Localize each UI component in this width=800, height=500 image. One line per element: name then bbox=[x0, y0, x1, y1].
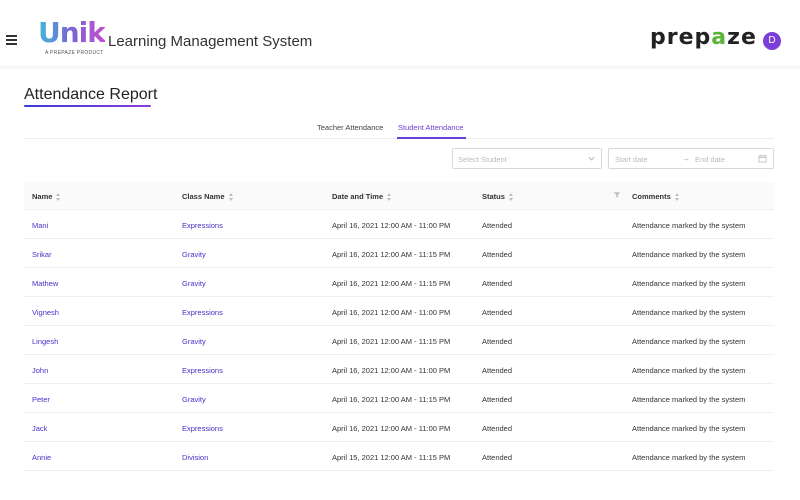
date-time-cell: April 15, 2021 12:00 AM - 11:15 PM bbox=[332, 453, 451, 462]
status-cell: Attended bbox=[482, 279, 513, 288]
class-name-link[interactable]: Division bbox=[182, 453, 208, 462]
table-header: Name Class Name Date and Time Status Com… bbox=[24, 182, 774, 210]
user-avatar[interactable]: D bbox=[763, 32, 781, 50]
table-row: Mani Expressions April 16, 2021 12:00 AM… bbox=[24, 210, 774, 239]
column-header-comments[interactable]: Comments bbox=[632, 192, 680, 202]
class-name-link[interactable]: Expressions bbox=[182, 424, 223, 433]
unik-logo[interactable]: Unik bbox=[38, 18, 106, 48]
comment-cell: Attendance marked by the system bbox=[632, 279, 746, 288]
chevron-down-icon bbox=[588, 156, 595, 161]
status-cell: Attended bbox=[482, 250, 513, 259]
class-name-link[interactable]: Expressions bbox=[182, 366, 223, 375]
table-row: Lingesh Gravity April 16, 2021 12:00 AM … bbox=[24, 326, 774, 355]
table-row: Annie Division April 15, 2021 12:00 AM -… bbox=[24, 442, 774, 471]
comment-cell: Attendance marked by the system bbox=[632, 366, 746, 375]
comment-cell: Attendance marked by the system bbox=[632, 221, 746, 230]
status-cell: Attended bbox=[482, 395, 513, 404]
student-name-link[interactable]: Vignesh bbox=[32, 308, 59, 317]
table-row: Peter Gravity April 16, 2021 12:00 AM - … bbox=[24, 384, 774, 413]
tab-teacher-attendance[interactable]: Teacher Attendance bbox=[317, 123, 383, 132]
app-title: Learning Management System bbox=[108, 33, 313, 50]
comment-cell: Attendance marked by the system bbox=[632, 424, 746, 433]
attendance-tabs: Teacher Attendance Student Attendance bbox=[24, 120, 774, 139]
student-name-link[interactable]: Lingesh bbox=[32, 337, 58, 346]
date-time-cell: April 16, 2021 12:00 AM - 11:00 PM bbox=[332, 308, 451, 317]
comment-cell: Attendance marked by the system bbox=[632, 395, 746, 404]
select-student-dropdown[interactable]: Select Student bbox=[452, 148, 602, 169]
calendar-icon bbox=[758, 154, 767, 163]
table-row: John Expressions April 16, 2021 12:00 AM… bbox=[24, 355, 774, 384]
logo-subtitle: A PREPAZE PRODUCT bbox=[45, 50, 104, 56]
date-range-picker[interactable]: Start date → End date bbox=[608, 148, 774, 169]
date-time-cell: April 16, 2021 12:00 AM - 11:00 PM bbox=[332, 221, 451, 230]
table-row: Jack Expressions April 16, 2021 12:00 AM… bbox=[24, 413, 774, 442]
class-name-link[interactable]: Gravity bbox=[182, 279, 206, 288]
tab-student-attendance[interactable]: Student Attendance bbox=[398, 123, 463, 132]
comment-cell: Attendance marked by the system bbox=[632, 308, 746, 317]
status-cell: Attended bbox=[482, 308, 513, 317]
date-time-cell: April 16, 2021 12:00 AM - 11:15 PM bbox=[332, 250, 451, 259]
sort-icon[interactable] bbox=[508, 193, 514, 202]
comment-cell: Attendance marked by the system bbox=[632, 250, 746, 259]
title-underline bbox=[24, 105, 151, 107]
column-header-date-time[interactable]: Date and Time bbox=[332, 192, 392, 202]
student-name-link[interactable]: Peter bbox=[32, 395, 50, 404]
start-date-input[interactable]: Start date bbox=[615, 155, 648, 164]
student-name-link[interactable]: Mani bbox=[32, 221, 48, 230]
student-name-link[interactable]: Jack bbox=[32, 424, 47, 433]
status-cell: Attended bbox=[482, 453, 513, 462]
end-date-input[interactable]: End date bbox=[695, 155, 725, 164]
date-time-cell: April 16, 2021 12:00 AM - 11:15 PM bbox=[332, 279, 451, 288]
date-time-cell: April 16, 2021 12:00 AM - 11:15 PM bbox=[332, 337, 451, 346]
table-row: Vignesh Expressions April 16, 2021 12:00… bbox=[24, 297, 774, 326]
sort-icon[interactable] bbox=[56, 193, 61, 202]
page-title: Attendance Report bbox=[24, 86, 158, 103]
hamburger-menu-icon[interactable] bbox=[6, 35, 17, 45]
column-header-status[interactable]: Status bbox=[482, 192, 514, 202]
class-name-link[interactable]: Expressions bbox=[182, 221, 223, 230]
filter-icon[interactable] bbox=[613, 191, 621, 199]
class-name-link[interactable]: Gravity bbox=[182, 395, 206, 404]
table-row: Mathew Gravity April 16, 2021 12:00 AM -… bbox=[24, 268, 774, 297]
date-time-cell: April 16, 2021 12:00 AM - 11:00 PM bbox=[332, 366, 451, 375]
date-time-cell: April 16, 2021 12:00 AM - 11:00 PM bbox=[332, 424, 451, 433]
column-header-class-name[interactable]: Class Name bbox=[182, 192, 234, 202]
status-cell: Attended bbox=[482, 221, 513, 230]
table-row: Srikar Gravity April 16, 2021 12:00 AM -… bbox=[24, 239, 774, 268]
date-time-cell: April 16, 2021 12:00 AM - 11:15 PM bbox=[332, 395, 451, 404]
sort-icon[interactable] bbox=[674, 193, 680, 202]
student-name-link[interactable]: Srikar bbox=[32, 250, 52, 259]
student-name-link[interactable]: John bbox=[32, 366, 48, 375]
class-name-link[interactable]: Gravity bbox=[182, 337, 206, 346]
class-name-link[interactable]: Gravity bbox=[182, 250, 206, 259]
arrow-right-icon: → bbox=[682, 154, 690, 163]
class-name-link[interactable]: Expressions bbox=[182, 308, 223, 317]
active-tab-indicator bbox=[397, 137, 466, 139]
top-header: Unik A PREPAZE PRODUCT Learning Manageme… bbox=[0, 0, 800, 66]
comment-cell: Attendance marked by the system bbox=[632, 453, 746, 462]
student-name-link[interactable]: Annie bbox=[32, 453, 51, 462]
sort-icon[interactable] bbox=[228, 193, 234, 202]
attendance-table: Name Class Name Date and Time Status Com… bbox=[24, 182, 774, 471]
status-cell: Attended bbox=[482, 366, 513, 375]
prepaze-brand-logo: prepaze bbox=[650, 25, 757, 50]
select-student-placeholder: Select Student bbox=[458, 155, 507, 164]
comment-cell: Attendance marked by the system bbox=[632, 337, 746, 346]
status-cell: Attended bbox=[482, 424, 513, 433]
column-header-name[interactable]: Name bbox=[32, 192, 61, 202]
status-cell: Attended bbox=[482, 337, 513, 346]
sort-icon[interactable] bbox=[387, 193, 392, 202]
student-name-link[interactable]: Mathew bbox=[32, 279, 58, 288]
